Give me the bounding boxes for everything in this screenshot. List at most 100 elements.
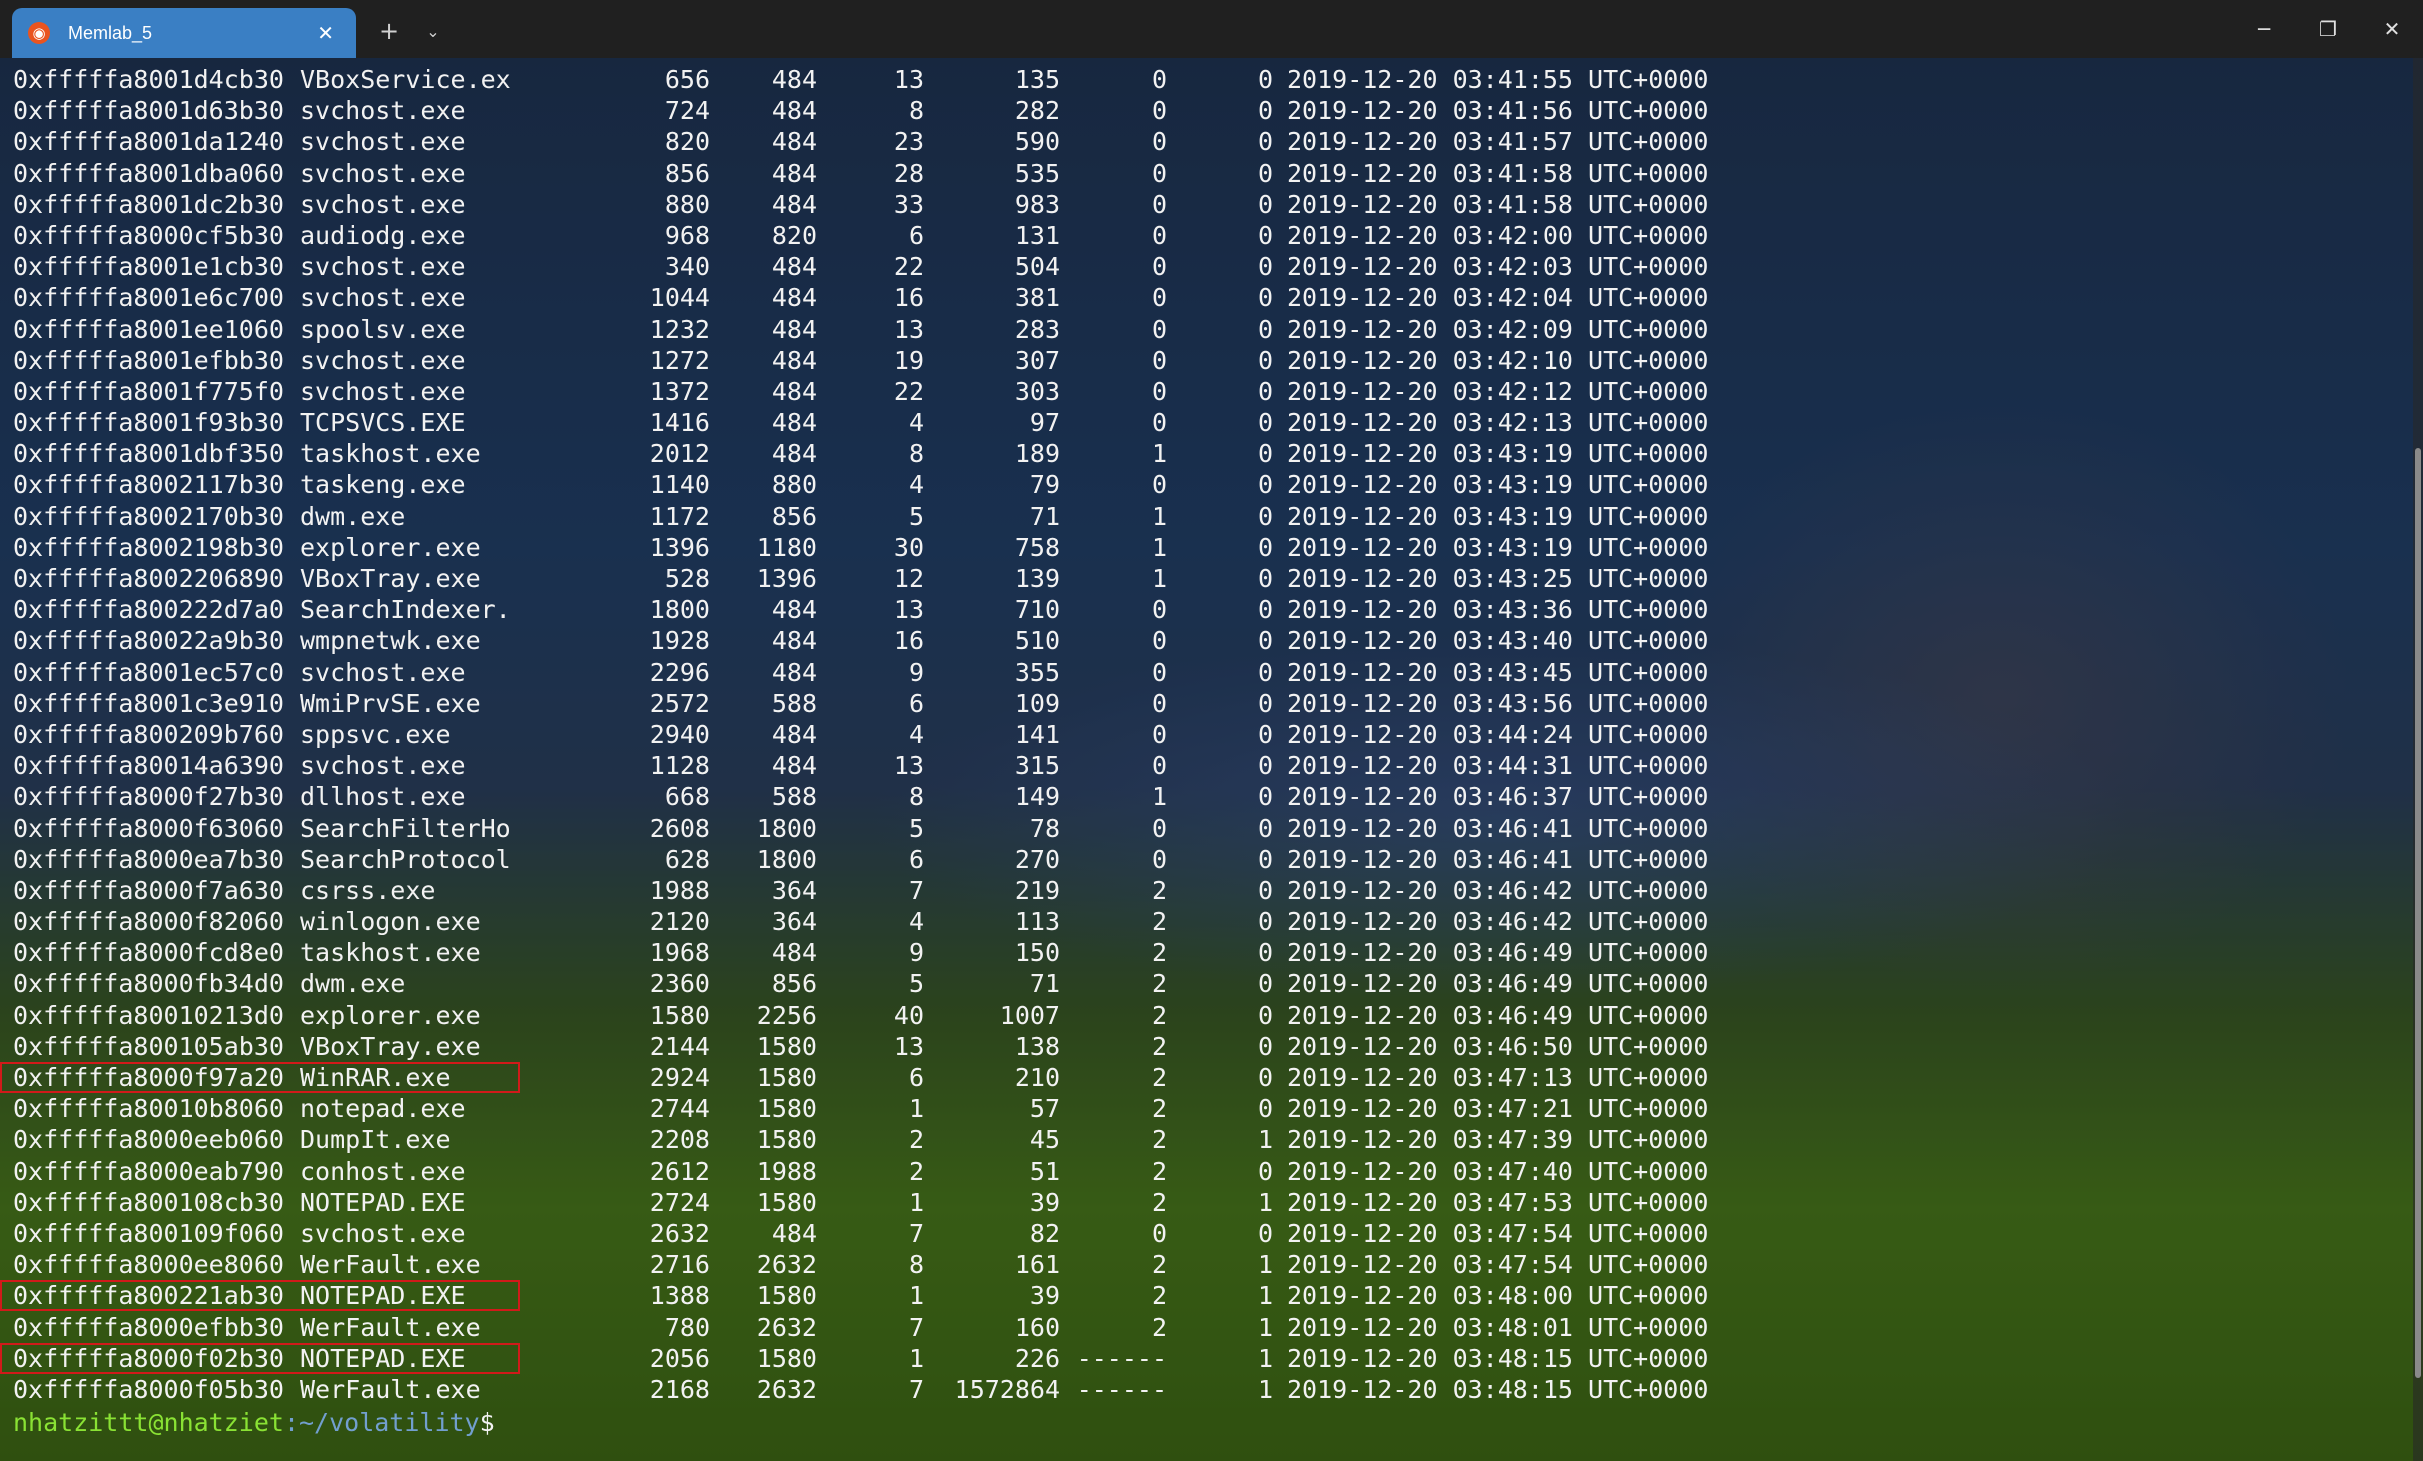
process-session: 0 [1151, 127, 1167, 157]
process-session: 0 [1151, 220, 1167, 250]
process-threads: 5 [908, 813, 924, 843]
prompt-symbol: $ [479, 1408, 495, 1438]
process-session: 0 [1151, 719, 1167, 749]
process-start-time: 2019-12-20 03:47:54 UTC+0000 [1287, 1250, 1709, 1280]
process-session: 2 [1151, 907, 1167, 937]
process-session: 2 [1151, 1156, 1167, 1186]
process-start-time: 2019-12-20 03:46:49 UTC+0000 [1287, 938, 1709, 968]
process-name: svchost.exe [300, 283, 466, 313]
process-session: 0 [1151, 96, 1167, 126]
process-name: svchost.exe [300, 1218, 466, 1248]
highlight-box [0, 1342, 520, 1374]
process-handles: 135 [1014, 65, 1060, 94]
process-start-time: 2019-12-20 03:48:15 UTC+0000 [1287, 1343, 1709, 1373]
process-offset: 0xfffffa8001d4cb30 [13, 65, 284, 94]
process-session: 1 [1151, 532, 1167, 562]
process-handles: 189 [1014, 439, 1060, 469]
process-start-time: 2019-12-20 03:43:19 UTC+0000 [1287, 439, 1709, 469]
process-threads: 13 [893, 751, 924, 781]
process-offset: 0xfffffa8000eeb060 [13, 1125, 284, 1155]
process-threads: 4 [908, 408, 924, 438]
process-ppid: 484 [771, 376, 817, 406]
process-name: dllhost.exe [300, 782, 466, 812]
process-session: ------ [1076, 1374, 1167, 1404]
process-wow64: 0 [1257, 1000, 1273, 1030]
process-wow64: 0 [1257, 96, 1273, 126]
terminal-output[interactable]: 0xfffffa8001d4cb30 VBoxService.ex 656 484 13… [0, 58, 2423, 1461]
process-handles: 57 [1029, 1094, 1060, 1124]
process-name: svchost.exe [300, 751, 466, 781]
process-pid: 2744 [649, 1094, 710, 1124]
process-pid: 2120 [649, 907, 710, 937]
process-offset: 0xfffffa8000f05b30 [13, 1374, 284, 1404]
process-start-time: 2019-12-20 03:42:10 UTC+0000 [1287, 345, 1709, 375]
process-pid: 1416 [649, 408, 710, 438]
process-ppid: 1580 [756, 1031, 817, 1061]
process-wow64: 0 [1257, 376, 1273, 406]
process-start-time: 2019-12-20 03:47:39 UTC+0000 [1287, 1125, 1709, 1155]
tab-dropdown-button[interactable]: ⌄ [416, 14, 450, 48]
process-threads: 7 [908, 1218, 924, 1248]
process-pid: 668 [664, 782, 710, 812]
process-wow64: 1 [1257, 1125, 1273, 1155]
process-ppid: 484 [771, 1218, 817, 1248]
process-start-time: 2019-12-20 03:43:25 UTC+0000 [1287, 564, 1709, 593]
process-wow64: 0 [1257, 158, 1273, 188]
process-offset: 0xfffffa8001da1240 [13, 127, 284, 157]
close-window-button[interactable]: ✕ [2361, 0, 2423, 58]
process-start-time: 2019-12-20 03:43:19 UTC+0000 [1287, 501, 1709, 531]
process-start-time: 2019-12-20 03:47:13 UTC+0000 [1287, 1063, 1709, 1092]
process-session: 0 [1151, 470, 1167, 500]
tab-memlab[interactable]: ◉ Memlab_5 ✕ [12, 8, 356, 58]
maximize-button[interactable]: ❐ [2297, 0, 2359, 58]
process-handles: 758 [1014, 532, 1060, 562]
process-start-time: 2019-12-20 03:47:53 UTC+0000 [1287, 1187, 1709, 1217]
process-handles: 315 [1014, 751, 1060, 781]
process-threads: 1 [908, 1094, 924, 1124]
process-threads: 8 [908, 96, 924, 126]
process-session: 0 [1151, 751, 1167, 781]
minimize-button[interactable]: ─ [2233, 0, 2295, 58]
process-handles: 39 [1029, 1281, 1060, 1311]
process-handles: 160 [1014, 1312, 1060, 1342]
process-threads: 40 [893, 1000, 924, 1030]
process-wow64: 0 [1257, 127, 1273, 157]
tab-title: Memlab_5 [68, 22, 153, 43]
process-offset: 0xfffffa8000f7a630 [13, 875, 284, 905]
process-name: svchost.exe [300, 96, 466, 126]
process-handles: 590 [1014, 127, 1060, 157]
process-ppid: 364 [771, 875, 817, 905]
process-offset: 0xfffffa8001ec57c0 [13, 657, 284, 687]
highlight-box [0, 1280, 520, 1312]
process-name: taskhost.exe [300, 938, 481, 968]
process-ppid: 880 [771, 470, 817, 500]
process-threads: 28 [893, 158, 924, 188]
process-start-time: 2019-12-20 03:41:58 UTC+0000 [1287, 189, 1709, 219]
process-start-time: 2019-12-20 03:41:57 UTC+0000 [1287, 127, 1709, 157]
process-handles: 71 [1029, 969, 1060, 999]
process-ppid: 484 [771, 189, 817, 219]
scrollbar[interactable] [2413, 58, 2423, 1461]
process-pid: 528 [664, 564, 710, 593]
process-ppid: 2632 [756, 1374, 817, 1404]
process-pid: 628 [664, 844, 710, 874]
new-tab-button[interactable]: + [372, 14, 406, 48]
process-threads: 7 [908, 1312, 924, 1342]
process-name: winlogon.exe [300, 907, 481, 937]
process-pid: 2056 [649, 1343, 710, 1373]
process-offset: 0xfffffa8000fcd8e0 [13, 938, 284, 968]
process-handles: 983 [1014, 189, 1060, 219]
process-handles: 71 [1029, 501, 1060, 531]
process-session: 2 [1151, 1187, 1167, 1217]
process-wow64: 0 [1257, 595, 1273, 625]
process-ppid: 484 [771, 439, 817, 469]
scrollbar-thumb[interactable] [2415, 448, 2421, 1378]
process-pid: 2724 [649, 1187, 710, 1217]
tab-close-icon[interactable]: ✕ [317, 21, 334, 45]
process-offset: 0xfffffa8001dba060 [13, 158, 284, 188]
process-ppid: 1580 [756, 1094, 817, 1124]
process-offset: 0xfffffa8001c3e910 [13, 688, 284, 718]
process-wow64: 1 [1257, 1250, 1273, 1280]
process-ppid: 484 [771, 408, 817, 438]
process-pid: 2940 [649, 719, 710, 749]
